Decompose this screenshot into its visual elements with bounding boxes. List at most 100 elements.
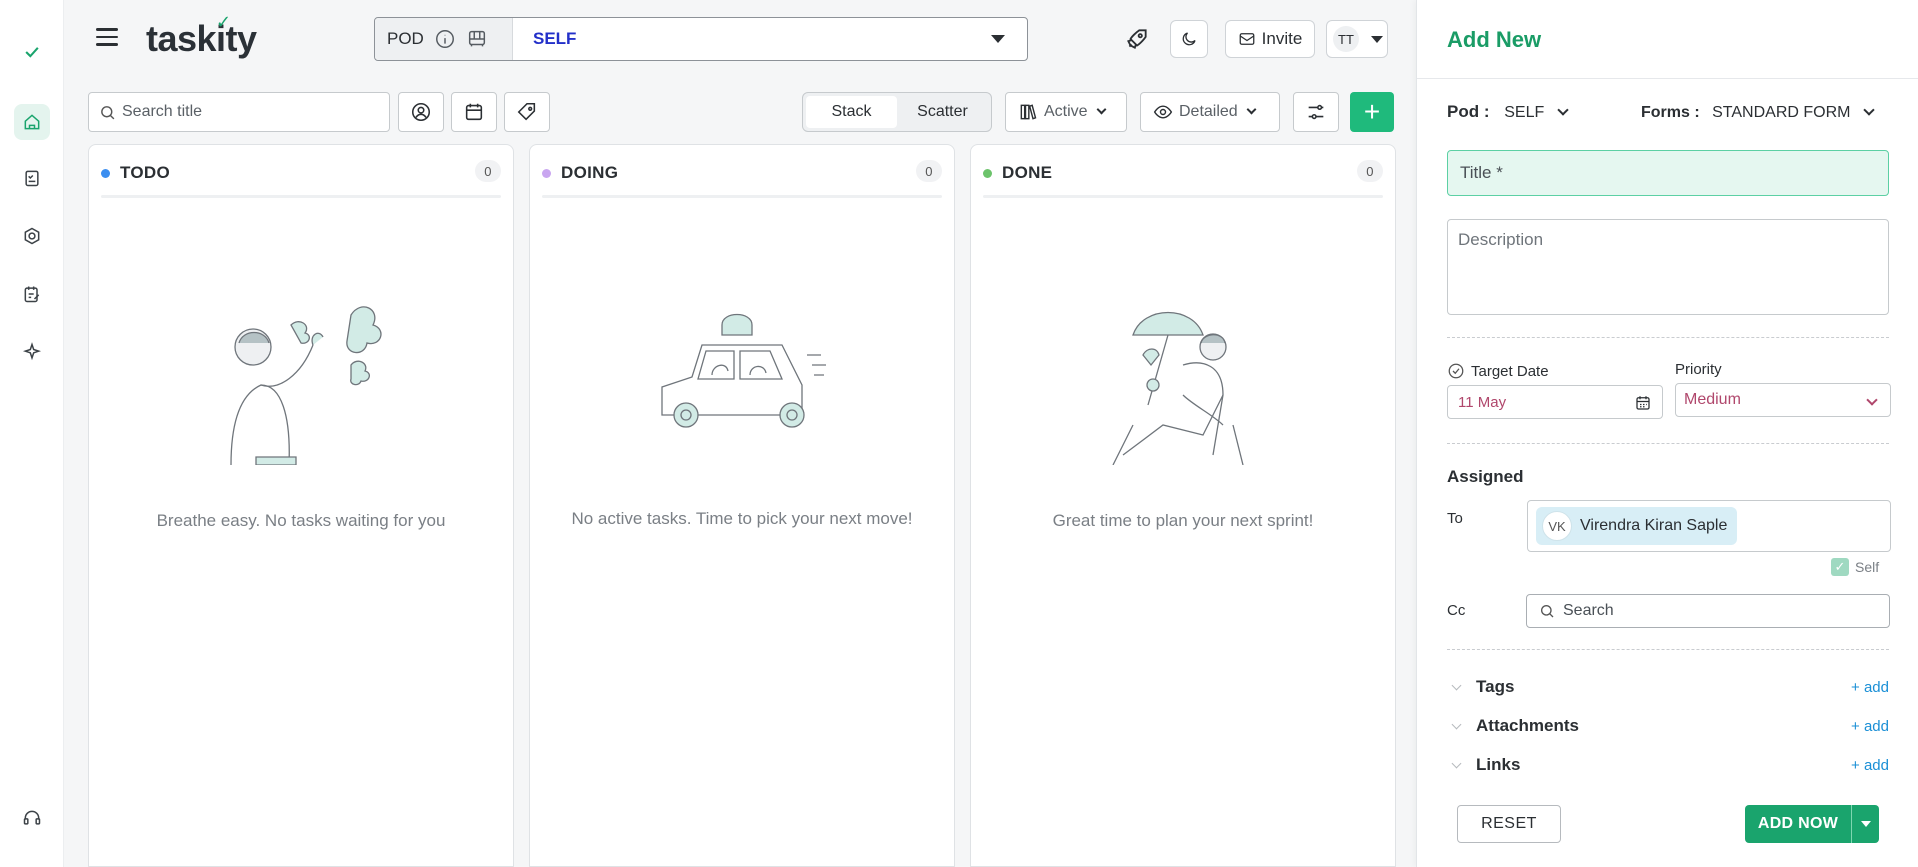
home-nav-button[interactable] — [14, 104, 50, 140]
pod-selector[interactable]: POD SELF — [374, 17, 1028, 61]
pod-label: POD — [387, 29, 424, 48]
tag-filter-button[interactable] — [504, 92, 550, 132]
status-dot — [101, 168, 110, 178]
column-count-badge: 0 — [916, 160, 942, 182]
self-checkbox[interactable]: ✓ Self — [1831, 558, 1879, 576]
column-doing: DOING 0 No active tasks. Time to pick yo… — [529, 144, 955, 867]
user-menu-button[interactable]: TT — [1326, 20, 1388, 58]
add-task-button[interactable]: + — [1350, 92, 1394, 132]
priority-label: Priority — [1675, 361, 1722, 378]
column-divider — [101, 195, 501, 198]
sliders-icon — [1308, 104, 1324, 120]
assignee-field[interactable]: VK Virendra Kiran Saple — [1527, 500, 1891, 552]
done-illustration — [971, 295, 1395, 465]
forms-value: STANDARD FORM — [1712, 104, 1851, 121]
section-divider — [1447, 337, 1889, 338]
headset-icon — [23, 810, 41, 825]
target-date-value: 11 May — [1458, 394, 1507, 411]
add-options-toggle[interactable] — [1851, 805, 1879, 843]
add-new-panel: Add New Pod : SELF Forms : STANDARD FORM… — [1416, 0, 1918, 867]
description-textarea[interactable]: Description — [1447, 219, 1889, 315]
tasks-nav-button[interactable] — [14, 160, 50, 196]
cc-search-input[interactable]: Search — [1526, 594, 1890, 628]
invite-button[interactable]: Invite — [1225, 20, 1315, 58]
notes-nav-button[interactable] — [14, 276, 50, 312]
view-mode-toggle: Stack Scatter — [802, 92, 992, 132]
search-box[interactable] — [88, 92, 390, 132]
status-filter-value: Active — [1044, 103, 1088, 120]
add-link-link[interactable]: + add — [1851, 757, 1889, 774]
description-placeholder: Description — [1458, 230, 1544, 249]
view-mode-stack[interactable]: Stack — [806, 96, 897, 128]
goals-nav-button[interactable] — [14, 218, 50, 254]
status-filter-dropdown[interactable]: Active — [1005, 92, 1127, 132]
assignee-filter-button[interactable] — [398, 92, 444, 132]
date-filter-button[interactable] — [451, 92, 497, 132]
settings-filter-button[interactable] — [1293, 92, 1339, 132]
priority-select[interactable]: Medium — [1675, 383, 1891, 417]
links-section[interactable]: Links + add — [1447, 750, 1889, 780]
cc-placeholder: Search — [1563, 602, 1614, 619]
priority-value: Medium — [1684, 391, 1741, 408]
empty-state-text: Great time to plan your next sprint! — [1052, 511, 1314, 530]
ai-nav-button[interactable] — [14, 334, 50, 370]
detail-filter-dropdown[interactable]: Detailed — [1140, 92, 1280, 132]
target-date-label-row: Target Date — [1447, 362, 1549, 380]
search-icon — [101, 105, 115, 119]
view-mode-scatter[interactable]: Scatter — [897, 96, 988, 128]
search-icon — [1541, 605, 1554, 618]
rocket-icon[interactable] — [1124, 26, 1150, 52]
chevron-down-icon — [1096, 104, 1107, 114]
column-divider — [542, 195, 942, 198]
column-count-badge: 0 — [1357, 160, 1383, 182]
add-now-button[interactable]: ADD NOW — [1745, 805, 1879, 843]
pod-dropdown[interactable]: Pod : SELF — [1447, 102, 1569, 122]
column-done: DONE 0 Great time to plan your next spri… — [970, 144, 1396, 867]
caret-down-icon — [1371, 35, 1383, 43]
menu-icon[interactable] — [96, 28, 118, 48]
calendar-icon[interactable] — [1634, 394, 1652, 412]
forms-label: Forms : — [1641, 104, 1700, 121]
assignee-name: Virendra Kiran Saple — [1580, 517, 1728, 534]
target-date-input[interactable]: 11 May — [1447, 385, 1663, 419]
caret-down-icon — [1860, 821, 1871, 827]
support-nav-button[interactable] — [14, 800, 50, 836]
target-icon — [24, 227, 40, 245]
tags-section[interactable]: Tags + add — [1447, 672, 1889, 702]
assignee-chip[interactable]: VK Virendra Kiran Saple — [1536, 507, 1738, 545]
user-circle-icon — [411, 102, 431, 122]
chevron-down-icon — [1866, 394, 1878, 406]
panel-title: Add New — [1447, 27, 1542, 52]
theme-toggle-button[interactable] — [1170, 20, 1208, 58]
target-date-label: Target Date — [1471, 362, 1549, 380]
title-input[interactable]: Title * — [1447, 150, 1889, 196]
add-tag-link[interactable]: + add — [1851, 679, 1889, 696]
pod-type-icon — [468, 30, 485, 47]
moon-icon — [1182, 32, 1196, 46]
calendar-icon — [465, 103, 483, 121]
eye-icon — [1153, 105, 1173, 119]
doing-illustration — [530, 295, 954, 465]
pod-selector-label-area: POD — [375, 18, 513, 60]
detail-filter-value: Detailed — [1179, 103, 1238, 120]
invite-label: Invite — [1261, 29, 1303, 48]
info-icon[interactable] — [434, 28, 456, 50]
chevron-down-icon — [1557, 104, 1569, 116]
tag-icon — [517, 102, 536, 121]
reset-button[interactable]: RESET — [1457, 805, 1561, 843]
attachments-section[interactable]: Attachments + add — [1447, 711, 1889, 741]
pod-value: SELF — [1504, 104, 1545, 121]
search-input[interactable] — [122, 103, 382, 121]
checkbox-checked-icon: ✓ — [1831, 558, 1849, 576]
chevron-down-icon — [1451, 758, 1462, 768]
column-header: DONE 0 — [983, 160, 1383, 183]
forms-dropdown[interactable]: Forms : STANDARD FORM — [1641, 104, 1875, 122]
chevron-down-icon — [1863, 104, 1875, 116]
plus-icon: + — [1363, 96, 1381, 127]
home-icon — [24, 114, 40, 130]
status-dot — [983, 168, 992, 178]
attachments-label: Attachments — [1476, 716, 1579, 735]
pod-label: Pod : — [1447, 102, 1490, 121]
empty-state-text: No active tasks. Time to pick your next … — [571, 509, 913, 528]
add-attachment-link[interactable]: + add — [1851, 718, 1889, 735]
